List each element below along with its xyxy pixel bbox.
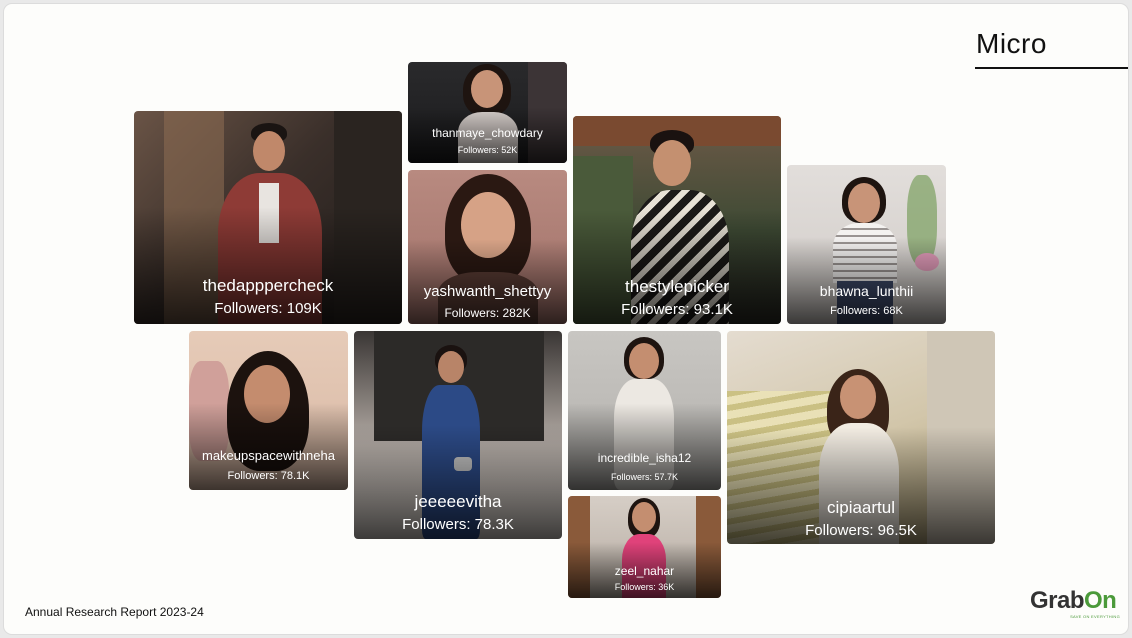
influencer-card-jeeeeevitha[interactable]: jeeeeevitha Followers: 78.3K <box>354 331 562 539</box>
influencer-handle: jeeeeevitha <box>414 492 502 511</box>
influencer-handle: bhawna_lunthii <box>819 283 914 299</box>
grabon-logo: GrabOn SAVE ON EVERYTHING <box>1030 589 1120 621</box>
influencer-card-makeupspacewithneha[interactable]: makeupspacewithneha Followers: 78.1K <box>189 331 348 490</box>
influencer-followers: Followers: 78.3K <box>402 516 514 533</box>
influencer-handle: cipiaartul <box>826 498 896 517</box>
influencer-handle: yashwanth_shettyy <box>423 283 552 300</box>
influencer-handle: thanmaye_chowdary <box>432 126 543 140</box>
footer-text: Annual Research Report 2023-24 <box>25 605 204 619</box>
influencer-handle: zeel_nahar <box>614 564 675 578</box>
influencer-card-thestylepicker[interactable]: thestylepicker Followers: 93.1K <box>573 116 781 324</box>
influencer-followers: Followers: 78.1K <box>227 470 310 482</box>
influencer-card-incredible-isha12[interactable]: incredible_isha12 Followers: 57.7K <box>568 331 721 490</box>
influencer-card-yashwanth-shettyy[interactable]: yashwanth_shettyy Followers: 282K <box>408 170 567 324</box>
influencer-followers: Followers: 109K <box>214 300 322 317</box>
influencer-card-bhawna-lunthii[interactable]: bhawna_lunthii Followers: 68K <box>787 165 946 324</box>
influencer-handle: thestylepicker <box>625 277 729 296</box>
influencer-followers: Followers: 68K <box>830 305 903 317</box>
influencer-card-zeel-nahar[interactable]: zeel_nahar Followers: 36K <box>568 496 721 598</box>
influencer-followers: Followers: 36K <box>614 582 675 592</box>
influencer-handle: incredible_isha12 <box>597 451 692 465</box>
influencer-followers: Followers: 96.5K <box>805 522 917 539</box>
influencer-card-thanmaye-chowdary[interactable]: thanmaye_chowdary Followers: 52K <box>408 62 567 163</box>
influencer-card-cipiaartul[interactable]: cipiaartul Followers: 96.5K <box>727 331 995 544</box>
influencer-handle: thedapppercheck <box>202 276 334 295</box>
influencer-followers: Followers: 57.7K <box>610 472 679 482</box>
influencer-card-thedappercheck[interactable]: thedapppercheck Followers: 109K <box>134 111 402 324</box>
logo-word-on: On <box>1084 587 1117 614</box>
logo-word-grab: Grab <box>1030 587 1085 614</box>
influencer-followers: Followers: 93.1K <box>621 301 733 318</box>
logo-tagline: SAVE ON EVERYTHING <box>1070 614 1120 619</box>
influencer-followers: Followers: 282K <box>444 306 531 320</box>
influencer-followers: Followers: 52K <box>457 145 518 155</box>
page-title: Micro <box>976 28 1047 59</box>
influencer-handle: makeupspacewithneha <box>202 448 335 463</box>
slide: Micro thedapppercheck Followers: 109K th… <box>4 4 1128 634</box>
title-underline <box>975 67 1128 69</box>
